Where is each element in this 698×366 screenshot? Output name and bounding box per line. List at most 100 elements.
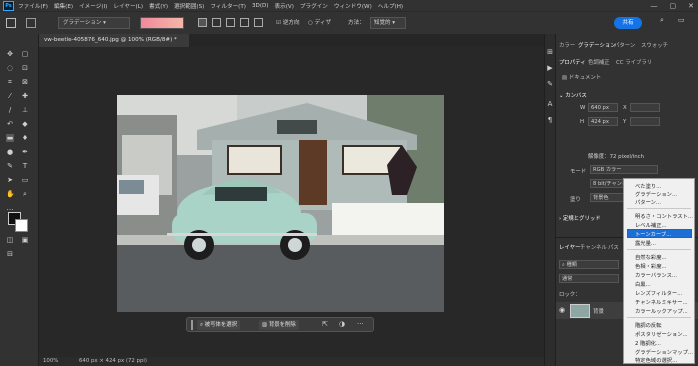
gradient-preset-select[interactable]: グラデーション ▾ <box>58 17 130 29</box>
type-tool-icon[interactable]: T <box>21 162 29 170</box>
menu-window[interactable]: ウィンドウ(W) <box>334 2 372 10</box>
menu-3d[interactable]: 3D(D) <box>252 3 269 9</box>
rulers-grid-section[interactable]: › 定規とグリッド <box>559 214 601 222</box>
artboard-tool-icon[interactable]: ▢ <box>21 50 29 58</box>
zoom-level[interactable]: 100% <box>43 358 58 364</box>
dither-checkbox[interactable]: ○ ディザ <box>308 18 331 26</box>
tab-color[interactable]: カラー <box>559 41 575 49</box>
visibility-eye-icon[interactable]: ◉ <box>559 306 565 314</box>
menu-item-invert[interactable]: 階調の反転 <box>635 321 662 329</box>
blur-tool-icon[interactable]: ♦ <box>21 134 29 142</box>
menu-view[interactable]: 表示(V) <box>275 2 294 10</box>
menu-layer[interactable]: レイヤー(L) <box>113 2 143 10</box>
actions-panel-icon[interactable]: ▶ <box>546 64 554 72</box>
tab-patterns[interactable]: パターン <box>614 41 635 49</box>
angle-gradient-icon[interactable] <box>226 18 235 27</box>
tab-cc-libraries[interactable]: CC ライブラリ <box>616 58 652 66</box>
menu-item-solid-color[interactable]: べた塗り... <box>635 182 661 190</box>
quick-mask-icon[interactable]: ◫ <box>6 236 14 244</box>
menu-item-levels[interactable]: レベル補正... <box>635 221 667 229</box>
tab-properties[interactable]: プロパティ <box>559 58 586 66</box>
edit-toolbar-icon[interactable]: ⊟ <box>6 250 14 258</box>
tab-adjustments[interactable]: 色調補正 <box>588 58 610 66</box>
document-image[interactable] <box>117 95 444 312</box>
menu-item-gradient-map[interactable]: グラデーションマップ... <box>635 348 693 356</box>
drag-handle[interactable] <box>191 320 193 330</box>
tool-preset-icon[interactable] <box>26 18 36 28</box>
menu-item-color-lookup[interactable]: カラールックアップ... <box>635 307 688 315</box>
menu-item-threshold[interactable]: 2 階調化... <box>635 339 661 347</box>
adjust-icon[interactable]: ◑ <box>339 320 345 328</box>
history-panel-icon[interactable]: ⊞ <box>546 48 554 56</box>
height-field[interactable]: 424 px <box>588 117 618 126</box>
share-button[interactable]: 共有 <box>614 17 642 29</box>
menu-type[interactable]: 書式(Y) <box>149 2 168 10</box>
layer-filter-select[interactable]: ⌕ 種類 <box>559 260 619 269</box>
tab-paths[interactable]: パス <box>608 243 619 251</box>
gradient-swatch[interactable] <box>140 17 184 29</box>
tab-swatches[interactable]: スウォッチ <box>641 41 668 49</box>
remove-background-button[interactable]: ▨ 背景を削除 <box>259 320 299 330</box>
menu-help[interactable]: ヘルプ(H) <box>378 2 403 10</box>
fill-select[interactable]: 背景色 <box>590 193 624 202</box>
object-select-icon[interactable]: ⊡ <box>21 64 29 72</box>
move-tool-icon[interactable]: ✥ <box>6 50 14 58</box>
more-options-icon[interactable]: ··· <box>357 320 364 328</box>
minimize-icon[interactable]: — <box>651 2 658 10</box>
healing-brush-icon[interactable]: ✚ <box>21 92 29 100</box>
home-icon[interactable] <box>6 18 16 28</box>
menu-item-curves[interactable]: トーンカーブ... <box>635 230 671 238</box>
tab-gradients[interactable]: グラデーション <box>578 41 616 49</box>
pen-tool-icon[interactable]: ✒ <box>21 148 29 156</box>
frame-tool-icon[interactable]: ⊠ <box>21 78 29 86</box>
linear-gradient-icon[interactable] <box>198 18 207 27</box>
paragraph-panel-icon[interactable]: ¶ <box>546 116 554 124</box>
y-field[interactable] <box>630 117 660 126</box>
select-subject-button[interactable]: ⌕ 被写体を選択 <box>197 320 241 330</box>
history-brush-icon[interactable]: ↶ <box>6 120 14 128</box>
menu-file[interactable]: ファイル(F) <box>18 2 48 10</box>
menu-item-color-balance[interactable]: カラーバランス... <box>635 271 677 279</box>
pen-alt-icon[interactable]: ✎ <box>6 162 14 170</box>
menu-item-hue-saturation[interactable]: 色相・彩度... <box>635 262 667 270</box>
menu-select[interactable]: 選択範囲(S) <box>174 2 204 10</box>
more-tools-icon[interactable]: … <box>6 204 14 212</box>
x-field[interactable] <box>630 103 660 112</box>
radial-gradient-icon[interactable] <box>212 18 221 27</box>
menu-edit[interactable]: 編集(E) <box>54 2 73 10</box>
menu-item-gradient[interactable]: グラデーション... <box>635 190 677 198</box>
brush-panel-icon[interactable]: ✎ <box>546 80 554 88</box>
eraser-tool-icon[interactable]: ◆ <box>21 120 29 128</box>
menu-item-pattern[interactable]: パターン... <box>635 198 661 206</box>
workspace-icon[interactable]: ▭ <box>678 16 685 24</box>
method-select[interactable]: 知覚的 ▾ <box>370 17 406 29</box>
gradient-tool-icon[interactable]: ▬ <box>6 134 14 142</box>
menu-item-black-white[interactable]: 白黒... <box>635 280 651 288</box>
background-color-swatch[interactable] <box>15 219 28 232</box>
bit-depth-select[interactable]: 8 bit/チャンネル <box>590 179 626 188</box>
menu-item-brightness-contrast[interactable]: 明るさ・コントラスト... <box>635 212 693 220</box>
menu-item-channel-mixer[interactable]: チャンネルミキサー... <box>635 298 688 306</box>
brush-tool-icon[interactable]: / <box>6 106 14 114</box>
eyedropper-icon[interactable]: ⁄ <box>6 92 14 100</box>
close-icon[interactable]: ✕ <box>688 2 694 10</box>
transform-icon[interactable]: ⇱ <box>322 320 328 328</box>
crop-tool-icon[interactable]: ⌗ <box>6 78 14 86</box>
document-tab[interactable]: vw-beetle-405876_640.jpg @ 100% (RGB/8#)… <box>39 34 189 56</box>
screen-mode-icon[interactable]: ▣ <box>21 236 29 244</box>
zoom-tool-icon[interactable]: ⌕ <box>21 190 29 198</box>
mode-select[interactable]: RGB カラー <box>590 165 658 174</box>
stamp-tool-icon[interactable]: ⊥ <box>21 106 29 114</box>
menu-plugins[interactable]: プラグイン <box>300 2 328 10</box>
canvas-section-header[interactable]: ⌄ カンバス <box>559 91 587 99</box>
reflected-gradient-icon[interactable] <box>240 18 249 27</box>
tab-channels[interactable]: チャンネル <box>580 243 607 251</box>
tab-layers[interactable]: レイヤー <box>559 243 580 251</box>
character-panel-icon[interactable]: A <box>546 100 554 108</box>
maximize-icon[interactable]: ▢ <box>670 2 677 10</box>
shape-tool-icon[interactable]: ▭ <box>21 176 29 184</box>
width-field[interactable]: 640 px <box>588 103 618 112</box>
menu-image[interactable]: イメージ(I) <box>79 2 107 10</box>
menu-item-selective-color[interactable]: 特定色域の選択... <box>635 356 677 364</box>
diamond-gradient-icon[interactable] <box>254 18 263 27</box>
